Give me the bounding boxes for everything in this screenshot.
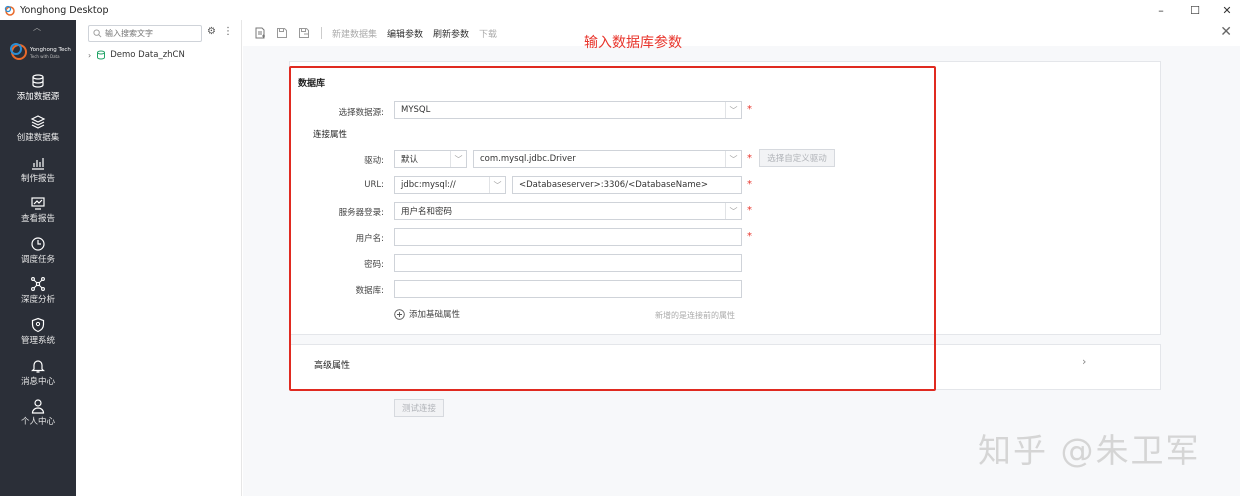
nav-label: 个人中心 <box>20 417 55 427</box>
save-as-icon[interactable] <box>297 26 311 40</box>
tree-search-input[interactable] <box>105 29 195 38</box>
test-connection-button[interactable]: 测试连接 <box>394 399 444 417</box>
left-navigation: ︿ Yonghong Tech Tech with Data 添加数据源 创建数… <box>0 20 76 496</box>
nav-label: 添加数据源 <box>16 92 60 102</box>
gear-icon[interactable]: ⚙ <box>207 26 216 37</box>
shield-icon <box>31 317 45 333</box>
nav-admin-system[interactable]: 管理系统 <box>0 317 76 355</box>
chevron-right-icon[interactable]: › <box>1082 355 1086 368</box>
nav-label: 消息中心 <box>20 377 55 387</box>
tree-search[interactable] <box>88 25 202 42</box>
database-icon <box>32 74 44 88</box>
nav-message-center[interactable]: 消息中心 <box>0 358 76 396</box>
brand-logo-subtext: Tech with Data <box>30 54 60 59</box>
clock-icon <box>31 237 45 251</box>
tree-item-demo-data[interactable]: › Demo Data_zhCN <box>88 50 185 60</box>
tree-item-label: Demo Data_zhCN <box>110 50 185 60</box>
bell-icon <box>31 360 45 373</box>
nav-label: 创建数据集 <box>16 133 60 143</box>
title-bar: Yonghong Desktop <box>0 0 1240 20</box>
nav-view-report[interactable]: 查看报告 <box>0 195 76 233</box>
highlight-box <box>289 66 936 391</box>
nav-label: 制作报告 <box>20 174 55 184</box>
nav-make-report[interactable]: 制作报告 <box>0 155 76 193</box>
nav-label: 调度任务 <box>20 255 55 265</box>
monitor-icon <box>31 197 45 210</box>
window-title: Yonghong Desktop <box>20 4 109 16</box>
layers-icon <box>30 115 46 129</box>
nav-label: 深度分析 <box>20 295 55 305</box>
resource-tree-panel: ⚙ ⋮ › Demo Data_zhCN <box>76 20 242 496</box>
new-dataset-button[interactable]: 新建数据集 <box>332 27 377 40</box>
download-button[interactable]: 下载 <box>479 27 497 40</box>
nav-label: 管理系统 <box>20 336 55 346</box>
brand-logo: Yonghong Tech Tech with Data <box>8 38 71 66</box>
collapse-icon[interactable]: ︿ <box>33 22 41 33</box>
datasource-icon <box>97 50 106 60</box>
user-icon <box>31 399 45 414</box>
new-file-icon[interactable] <box>253 26 267 40</box>
chevron-right-icon[interactable]: › <box>88 51 91 60</box>
toolbar-divider <box>321 27 322 39</box>
save-icon[interactable] <box>275 26 289 40</box>
chart-icon <box>32 158 44 170</box>
maximize-button[interactable]: ☐ <box>1180 0 1210 20</box>
nav-schedule-task[interactable]: 调度任务 <box>0 236 76 274</box>
nav-personal-center[interactable]: 个人中心 <box>0 398 76 436</box>
nav-label: 查看报告 <box>20 214 55 224</box>
close-window-button[interactable]: ✕ <box>1212 0 1240 20</box>
search-icon <box>93 29 102 38</box>
nav-deep-analysis[interactable]: 深度分析 <box>0 276 76 314</box>
nav-create-dataset[interactable]: 创建数据集 <box>0 114 76 152</box>
nav-add-datasource[interactable]: 添加数据源 <box>0 73 76 111</box>
brand-logo-text: Yonghong Tech <box>30 47 71 53</box>
toolbar: 新建数据集 编辑参数 刷新参数 下载 <box>243 20 1240 46</box>
more-vertical-icon[interactable]: ⋮ <box>223 26 233 37</box>
minimize-button[interactable]: – <box>1146 0 1176 20</box>
edit-params-button[interactable]: 编辑参数 <box>387 27 423 40</box>
app-logo-icon <box>4 5 15 16</box>
refresh-params-button[interactable]: 刷新参数 <box>433 27 469 40</box>
close-icon[interactable]: ✕ <box>1220 24 1232 40</box>
watermark: 知乎 @朱卫军 <box>978 431 1201 470</box>
network-icon <box>31 277 45 291</box>
annotation-text: 输入数据库参数 <box>584 35 682 51</box>
